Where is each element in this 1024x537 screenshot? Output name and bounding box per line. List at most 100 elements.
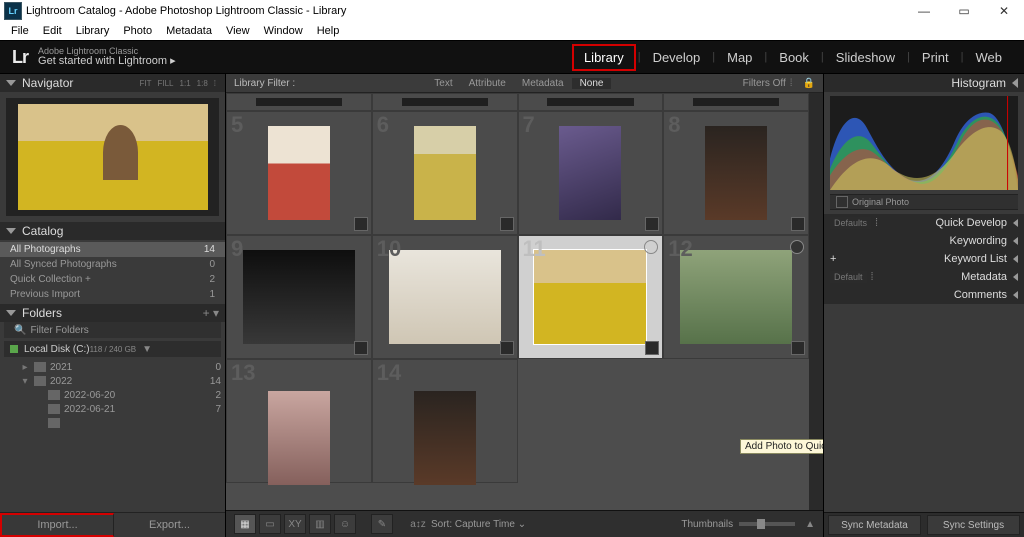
grid-cell-6[interactable]: 6 [372, 111, 518, 235]
view-loupe-button[interactable]: ▭ [259, 514, 281, 534]
folder-2022-06-20[interactable]: 2022-06-202 [4, 388, 221, 402]
folder-filter-input[interactable]: 🔍 Filter Folders [4, 322, 221, 338]
nav-opt-zoom[interactable]: 1:8 [194, 79, 211, 88]
quick-collection-marker-icon[interactable] [790, 240, 804, 254]
catalog-list: All Photographs14 All Synced Photographs… [0, 240, 225, 304]
histogram-header[interactable]: Histogram [824, 74, 1024, 92]
folder-more[interactable] [4, 416, 221, 430]
module-library[interactable]: Library [572, 44, 636, 71]
nav-opt-fill[interactable]: FILL [155, 79, 177, 88]
menu-help[interactable]: Help [310, 25, 347, 37]
menu-view[interactable]: View [219, 25, 257, 37]
grid-cell-11-selected[interactable]: 11 [518, 235, 664, 359]
filter-state[interactable]: Filters Off [743, 78, 786, 89]
grid-cell-9[interactable]: 9 [226, 235, 372, 359]
import-button[interactable]: Import... [0, 513, 114, 537]
folders-header[interactable]: Folders + ▾ [0, 304, 225, 322]
toolbar-switch-icon[interactable]: ▲ [805, 519, 815, 530]
catalog-all-photographs[interactable]: All Photographs14 [0, 242, 225, 257]
quick-develop-header[interactable]: Defaults⁞Quick Develop [824, 214, 1024, 232]
grid-cell-fragment[interactable] [518, 93, 664, 111]
thumbnail-badge-icon[interactable] [354, 217, 368, 231]
grid-cell-8[interactable]: 8 [663, 111, 809, 235]
sync-settings-button[interactable]: Sync Settings [927, 515, 1020, 535]
window-maximize-button[interactable]: ▭ [944, 4, 984, 18]
view-people-button[interactable]: ☺ [334, 514, 356, 534]
catalog-header[interactable]: Catalog [0, 222, 225, 240]
view-grid-button[interactable]: ▦ [234, 514, 256, 534]
thumbnail-badge-icon[interactable] [645, 341, 659, 355]
grid-cell-14[interactable]: 14 [372, 359, 518, 483]
metadata-header[interactable]: Default⁞Metadata [824, 268, 1024, 286]
navigator-header[interactable]: Navigator FIT FILL 1:1 1:8 ⁞ [0, 74, 225, 92]
chevron-down-icon[interactable]: ▼ [142, 344, 152, 355]
filter-preset-drop-icon[interactable]: ⁞ [790, 78, 793, 89]
view-survey-button[interactable]: ▥ [309, 514, 331, 534]
export-button[interactable]: Export... [114, 513, 225, 537]
filter-metadata[interactable]: Metadata [514, 78, 572, 89]
navigator-preview[interactable] [6, 98, 219, 216]
histogram-display[interactable] [830, 96, 1018, 190]
original-photo-toggle[interactable]: Original Photo [830, 194, 1018, 210]
catalog-all-synced[interactable]: All Synced Photographs0 [0, 257, 225, 272]
nav-opt-1to1[interactable]: 1:1 [177, 79, 194, 88]
sort-direction-button[interactable]: a↕z [408, 515, 428, 533]
grid-cell-12[interactable]: 12 [663, 235, 809, 359]
menu-file[interactable]: File [4, 25, 36, 37]
thumbnail-badge-icon[interactable] [500, 341, 514, 355]
keywording-header[interactable]: Keywording [824, 232, 1024, 250]
keyword-list-header[interactable]: +Keyword List [824, 250, 1024, 268]
module-develop[interactable]: Develop [643, 46, 711, 69]
grid-cell-fragment[interactable] [372, 93, 518, 111]
catalog-previous-import[interactable]: Previous Import1 [0, 287, 225, 302]
comments-header[interactable]: Comments [824, 286, 1024, 304]
folder-2022-06-21[interactable]: 2022-06-217 [4, 402, 221, 416]
filter-text[interactable]: Text [426, 78, 460, 89]
menu-edit[interactable]: Edit [36, 25, 69, 37]
checkbox-icon[interactable] [836, 196, 848, 208]
volume-selector[interactable]: Local Disk (C:) 118 / 240 GB ▼ [4, 341, 221, 357]
module-slideshow[interactable]: Slideshow [826, 46, 905, 69]
menu-photo[interactable]: Photo [116, 25, 159, 37]
module-web[interactable]: Web [966, 46, 1013, 69]
menu-window[interactable]: Window [257, 25, 310, 37]
lock-icon[interactable]: 🔒 [803, 78, 815, 89]
thumbnail-grid[interactable]: 5 6 7 8 9 10 11 12 13 [226, 93, 823, 510]
folder-2021[interactable]: ▸20210 [4, 360, 221, 374]
thumbnail-badge-icon[interactable] [500, 217, 514, 231]
folders-add-button[interactable]: + ▾ [203, 306, 219, 320]
menu-library[interactable]: Library [69, 25, 117, 37]
filter-attribute[interactable]: Attribute [461, 78, 514, 89]
folder-icon [48, 390, 60, 400]
menu-metadata[interactable]: Metadata [159, 25, 219, 37]
module-book[interactable]: Book [769, 46, 819, 69]
nav-opt-drop-icon[interactable]: ⁞ [211, 79, 219, 88]
thumbnail-badge-icon[interactable] [791, 341, 805, 355]
grid-cell-5[interactable]: 5 [226, 111, 372, 235]
grid-cell-fragment[interactable] [663, 93, 809, 111]
painter-tool-button[interactable]: ✎ [371, 514, 393, 534]
thumbnail-badge-icon[interactable] [354, 341, 368, 355]
grid-cell-fragment[interactable] [226, 93, 372, 111]
thumbnail-badge-icon[interactable] [791, 217, 805, 231]
sort-dropdown[interactable]: Capture Time ⌄ [455, 519, 526, 530]
catalog-quick-collection[interactable]: Quick Collection +2 [0, 272, 225, 287]
identity-plate-text[interactable]: Adobe Lightroom Classic Get started with… [38, 47, 176, 67]
chevron-down-icon [6, 228, 16, 234]
nav-opt-fit[interactable]: FIT [137, 79, 155, 88]
sync-metadata-button[interactable]: Sync Metadata [828, 515, 921, 535]
plus-icon[interactable]: + [830, 253, 836, 265]
grid-cell-7[interactable]: 7 [518, 111, 664, 235]
window-close-button[interactable]: ✕ [984, 4, 1024, 18]
module-map[interactable]: Map [717, 46, 762, 69]
thumbnail-badge-icon[interactable] [645, 217, 659, 231]
grid-cell-13[interactable]: 13 [226, 359, 372, 483]
module-print[interactable]: Print [912, 46, 959, 69]
folder-2022[interactable]: ▾202214 [4, 374, 221, 388]
view-compare-button[interactable]: XY [284, 514, 306, 534]
grid-cell-10[interactable]: 10 [372, 235, 518, 359]
quick-collection-marker-icon[interactable] [644, 240, 658, 254]
thumbnail-size-slider[interactable] [739, 522, 795, 526]
filter-none[interactable]: None [572, 78, 612, 89]
window-minimize-button[interactable]: — [904, 4, 944, 18]
